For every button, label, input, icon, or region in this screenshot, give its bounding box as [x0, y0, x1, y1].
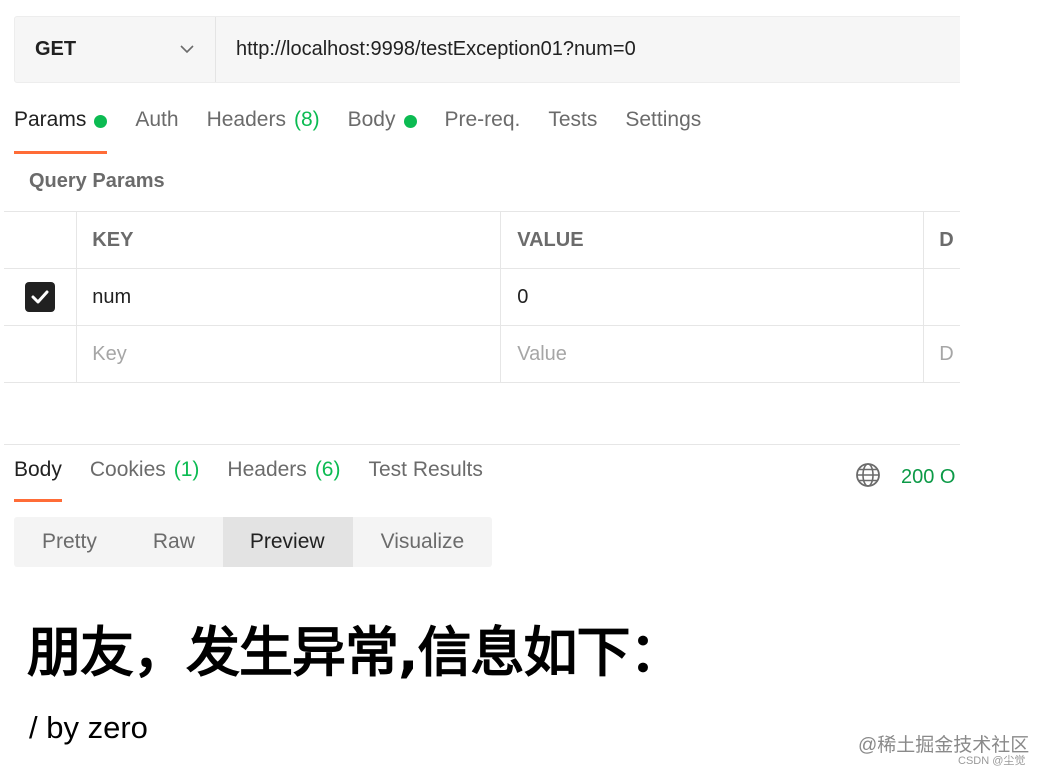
response-tab-test-results-label: Test Results	[368, 458, 483, 481]
response-tabs: Body Cookies (1) Headers (6) Test Result…	[14, 458, 511, 502]
view-raw-button[interactable]: Raw	[125, 517, 223, 567]
watermark-csdn: CSDN @尘觉	[958, 755, 1026, 767]
tab-auth[interactable]: Auth	[135, 108, 178, 156]
response-divider	[4, 444, 960, 445]
request-tabs: Params Auth Headers (8) Body Pre-req. Te…	[14, 108, 729, 156]
response-tab-cookies[interactable]: Cookies (1)	[90, 458, 200, 502]
view-preview-button[interactable]: Preview	[222, 517, 353, 567]
response-tab-body[interactable]: Body	[14, 458, 62, 502]
tab-pre-request[interactable]: Pre-req.	[445, 108, 521, 156]
chevron-down-icon	[179, 42, 195, 58]
tab-body-label: Body	[347, 108, 396, 131]
view-pretty-button[interactable]: Pretty	[14, 517, 125, 567]
tab-params-label: Params	[14, 108, 87, 131]
body-status-dot	[403, 115, 417, 128]
param-value-cell[interactable]: 0	[501, 269, 925, 325]
method-select[interactable]: GET	[15, 17, 216, 82]
table-row-new: Key Value D	[4, 326, 960, 383]
new-value-input[interactable]: Value	[501, 326, 925, 382]
response-tab-headers[interactable]: Headers (6)	[227, 458, 340, 502]
method-label: GET	[35, 38, 77, 60]
preview-heading: 朋友，发生异常,信息如下：	[27, 621, 684, 684]
response-status: 200 O	[855, 462, 955, 493]
new-row-check-cell	[4, 326, 78, 382]
tab-settings[interactable]: Settings	[625, 108, 701, 156]
row-check-cell	[4, 269, 78, 325]
tab-tests-label: Tests	[548, 108, 598, 131]
tab-auth-label: Auth	[135, 108, 179, 131]
response-tab-headers-label: Headers	[227, 458, 307, 481]
header-check-cell	[4, 212, 78, 268]
url-input[interactable]: http://localhost:9998/testException01?nu…	[216, 17, 960, 82]
response-tab-body-label: Body	[14, 458, 62, 481]
tab-params[interactable]: Params	[14, 108, 108, 154]
column-header-key: KEY	[77, 212, 502, 268]
tab-body[interactable]: Body	[348, 108, 417, 156]
view-visualize-button[interactable]: Visualize	[353, 517, 493, 567]
postman-viewport: GET http://localhost:9998/testException0…	[0, 0, 960, 774]
column-header-value: VALUE	[501, 212, 925, 268]
tab-headers[interactable]: Headers (8)	[207, 108, 320, 156]
preview-message: / by zero	[29, 710, 148, 745]
query-params-table: KEY VALUE D num 0 Key Value D	[4, 211, 960, 383]
query-params-title: Query Params	[29, 170, 165, 192]
new-description-input[interactable]: D	[924, 326, 960, 382]
column-header-description: D	[939, 228, 954, 251]
table-header-row: KEY VALUE D	[4, 212, 960, 269]
response-tab-headers-count: (6)	[314, 458, 341, 481]
param-enabled-checkbox[interactable]	[25, 282, 56, 312]
new-key-input[interactable]: Key	[77, 326, 502, 382]
response-tab-test-results[interactable]: Test Results	[368, 458, 482, 502]
table-row: num 0	[4, 269, 960, 326]
checkmark-icon	[31, 290, 49, 304]
tab-tests[interactable]: Tests	[548, 108, 597, 156]
param-description-cell[interactable]	[924, 269, 960, 325]
response-view-toggle: Pretty Raw Preview Visualize	[14, 517, 493, 567]
tab-headers-count: (8)	[293, 108, 320, 131]
tab-headers-label: Headers	[206, 108, 286, 131]
params-status-dot	[94, 115, 108, 128]
response-tab-cookies-label: Cookies	[89, 458, 166, 481]
tab-settings-label: Settings	[625, 108, 702, 131]
globe-icon[interactable]	[855, 462, 881, 493]
status-code[interactable]: 200 O	[901, 466, 955, 489]
response-tab-cookies-count: (1)	[173, 458, 200, 481]
tab-pre-request-label: Pre-req.	[444, 108, 521, 131]
param-key-cell[interactable]: num	[77, 269, 502, 325]
request-url-bar: GET http://localhost:9998/testException0…	[14, 16, 960, 83]
